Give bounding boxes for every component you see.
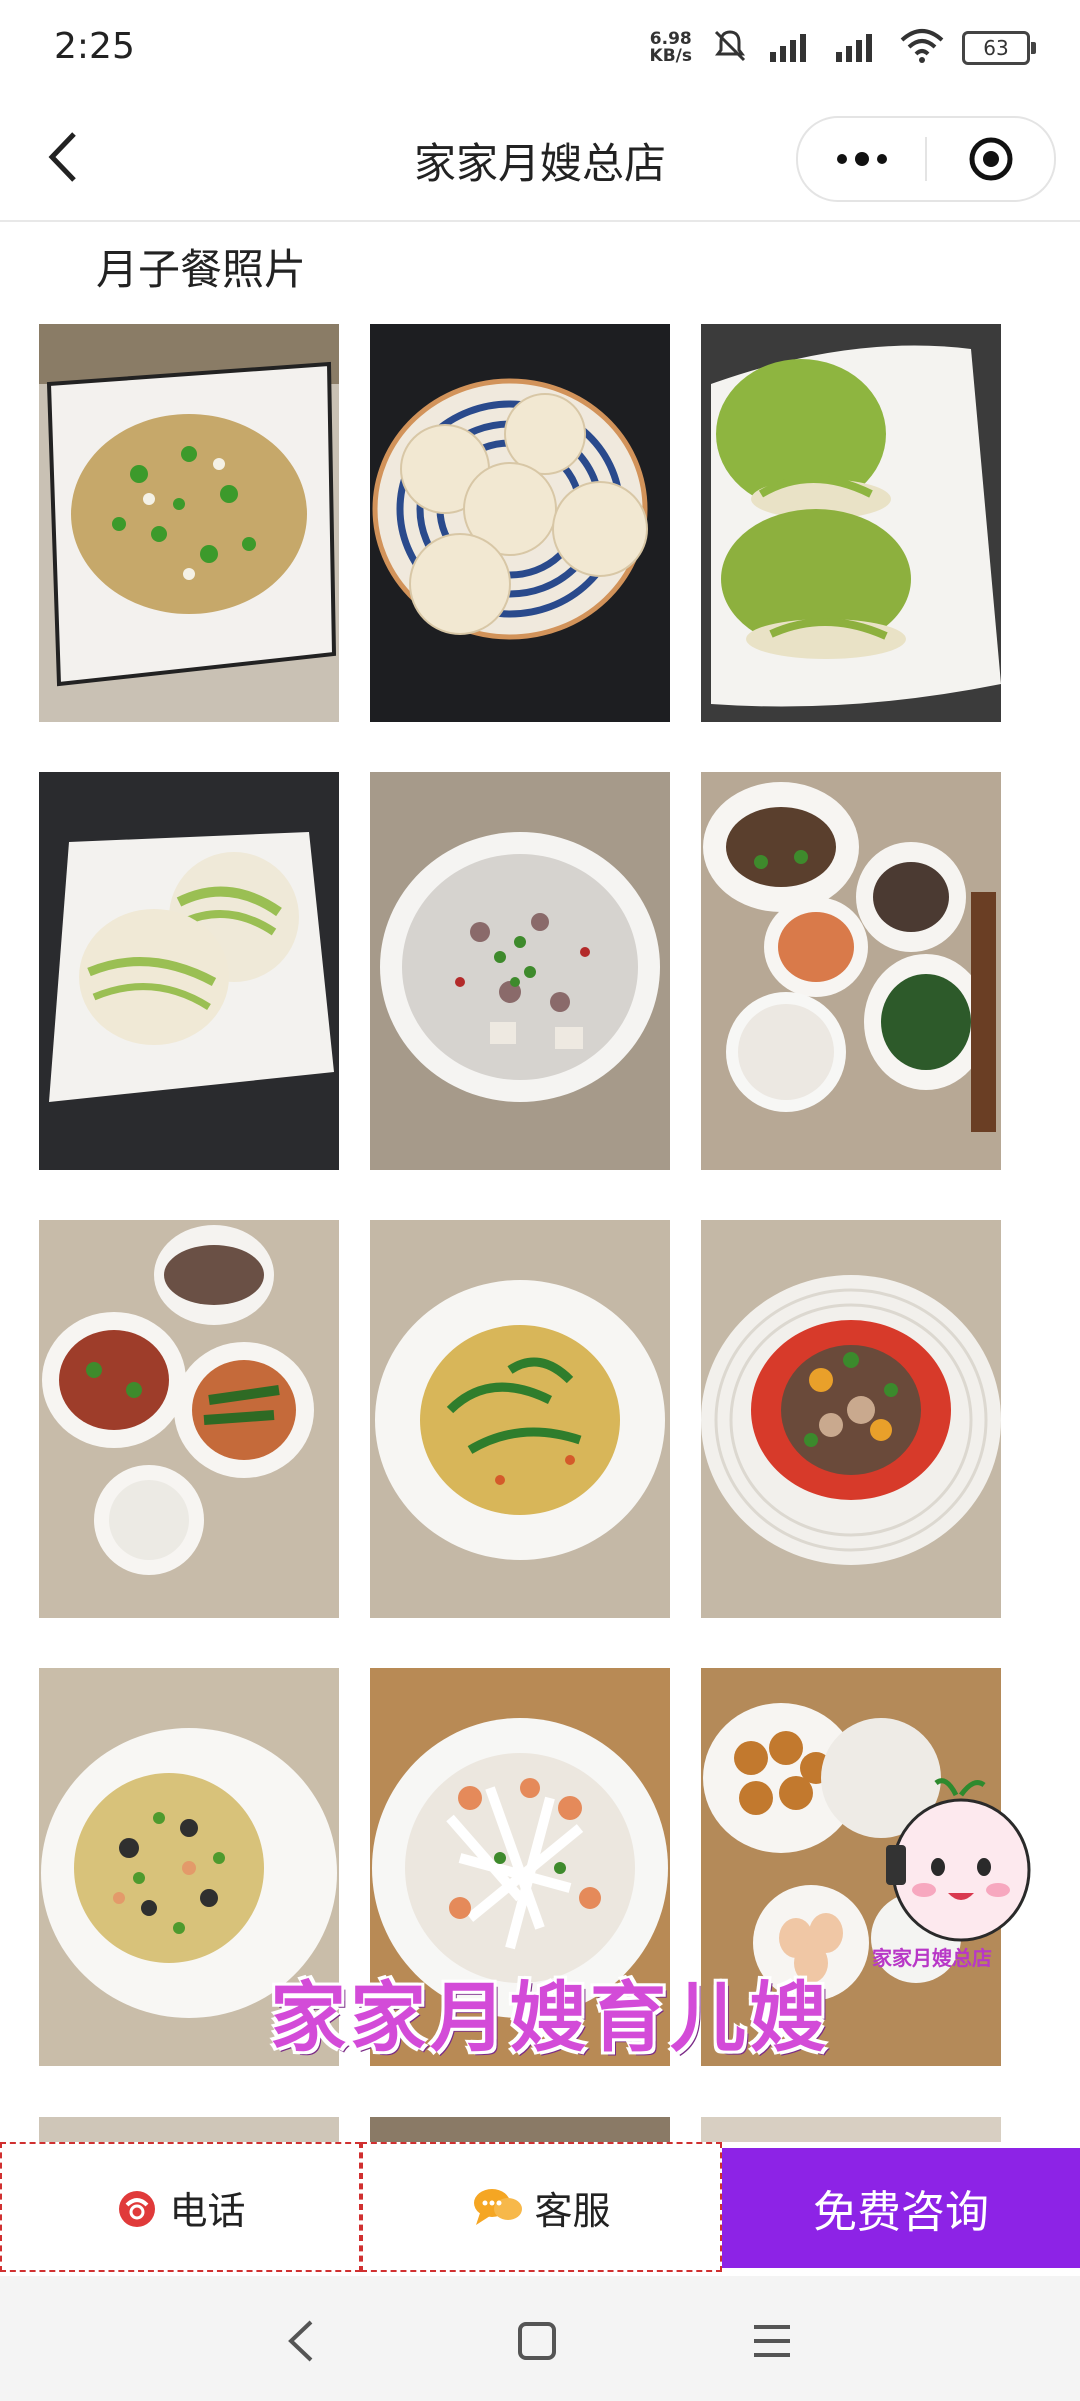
status-bar: 2:25 6.98 KB/s 63 (0, 0, 1080, 96)
system-back-button[interactable] (266, 2306, 336, 2376)
mascot-label: 家家月嫂总店 (872, 1946, 992, 1970)
status-time: 2:25 (54, 26, 135, 67)
phone-icon (115, 2185, 159, 2229)
photo-spiral-buns[interactable] (701, 324, 1001, 722)
photo-steamed-buns[interactable] (370, 324, 670, 722)
watermark-text: 家家月嫂育儿嫂 (270, 1973, 830, 2062)
nav-bar: 家家月嫂总店 (0, 96, 1080, 222)
photo-fried-rice[interactable] (39, 324, 339, 722)
photo-congee[interactable] (370, 772, 670, 1170)
bottom-action-bar: 电话 客服 免费咨询 (0, 2142, 1080, 2276)
mute-icon (710, 26, 750, 70)
section-title: 月子餐照片 (96, 245, 307, 294)
system-nav-bar (0, 2276, 1080, 2401)
photo-set-meal-fish[interactable] (39, 1220, 339, 1618)
customer-service-button[interactable]: 客服 (361, 2142, 722, 2272)
phone-label: 电话 (169, 2188, 246, 2233)
system-menu-icon (754, 2325, 790, 2357)
more-dots-icon (836, 152, 887, 166)
free-consult-button[interactable]: 免费咨询 (722, 2148, 1080, 2268)
photo-vegetable-soup[interactable] (370, 1220, 670, 1618)
signal-icon-2 (834, 28, 882, 68)
photo-beef-tomato[interactable] (701, 1220, 1001, 1618)
phone-button[interactable]: 电话 (0, 2142, 361, 2272)
system-home-button[interactable] (502, 2306, 572, 2376)
system-back-icon (288, 2320, 313, 2362)
close-miniprogram-button[interactable] (927, 118, 1054, 200)
target-icon (969, 137, 1012, 181)
photo-set-meal[interactable] (701, 772, 1001, 1170)
more-button[interactable] (798, 118, 925, 200)
miniprogram-capsule (796, 116, 1056, 202)
battery-icon: 63 (962, 31, 1036, 65)
status-icons: 6.98 KB/s 63 (650, 26, 1036, 70)
wifi-icon (900, 28, 944, 68)
photo-spiral-buns-2[interactable] (39, 772, 339, 1170)
net-speed: 6.98 KB/s (650, 31, 692, 65)
system-menu-button[interactable] (737, 2306, 807, 2376)
system-home-icon (518, 2322, 556, 2360)
service-label: 客服 (534, 2188, 611, 2233)
signal-icon (768, 28, 816, 68)
net-speed-unit: KB/s (649, 46, 692, 66)
chat-bubble-icon (472, 2185, 524, 2229)
